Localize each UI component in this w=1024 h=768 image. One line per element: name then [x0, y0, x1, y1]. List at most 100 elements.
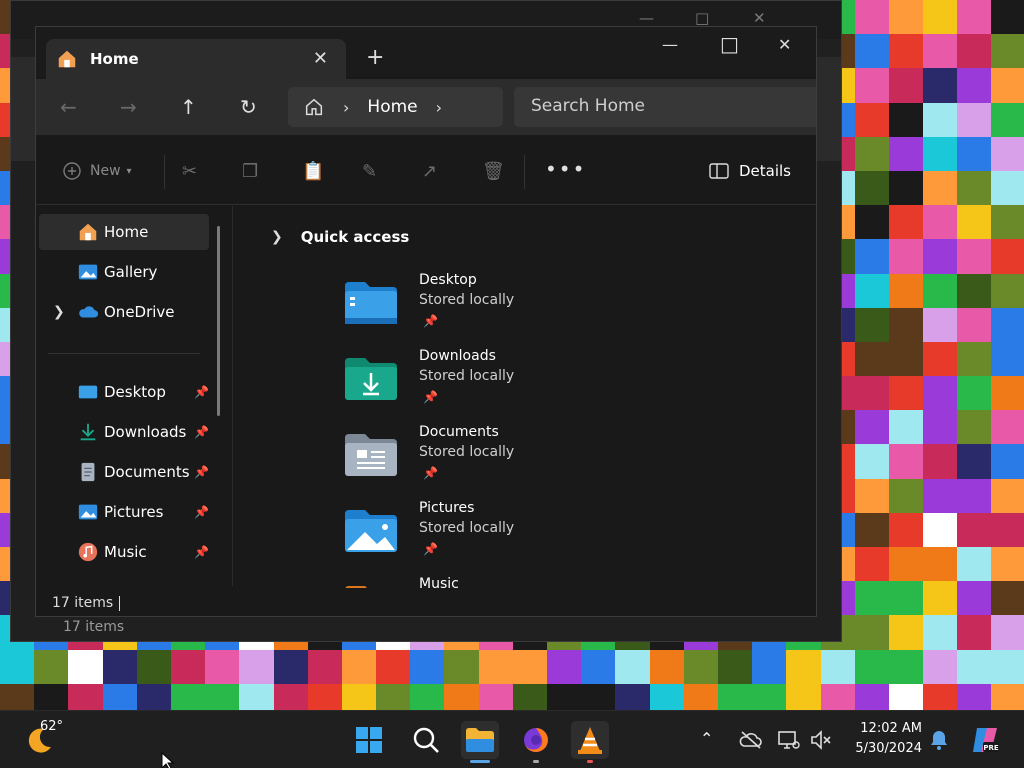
back-icon[interactable]: ←	[60, 95, 77, 119]
wallpaper-tile	[957, 444, 992, 479]
pin-icon[interactable]: 📌	[194, 465, 209, 479]
delete-icon[interactable]: 🗑	[482, 161, 505, 182]
quick-access-item-documents[interactable]: Documents Stored locally 📌	[343, 424, 643, 500]
wallpaper-tile	[888, 649, 924, 684]
background-minimize-icon[interactable]: —	[639, 9, 654, 27]
pin-icon[interactable]: 📌	[194, 505, 209, 519]
wallpaper-tile	[341, 683, 377, 710]
wallpaper-tile	[991, 273, 1024, 308]
weather-temperature[interactable]: 62°	[40, 719, 63, 734]
chevron-down-icon[interactable]: ❯	[271, 229, 283, 245]
close-button[interactable]: ✕	[778, 35, 791, 54]
wallpaper-tile	[888, 615, 924, 650]
rename-icon[interactable]: ✎	[362, 161, 377, 182]
volume-tray-button[interactable]	[802, 721, 840, 759]
wallpaper-tile	[102, 649, 137, 684]
quick-access-item-pictures[interactable]: Pictures Stored locally 📌	[343, 500, 643, 576]
paste-icon[interactable]: 📋	[302, 161, 324, 182]
new-button[interactable]: New ▾	[62, 161, 132, 181]
sidebar-item-desktop[interactable]: Desktop 📌	[39, 374, 209, 410]
background-close-icon[interactable]: ✕	[753, 9, 766, 27]
pin-icon[interactable]: 📌	[194, 385, 209, 399]
sidebar-item-downloads[interactable]: Downloads 📌	[39, 414, 209, 450]
quick-access-item-downloads[interactable]: Downloads Stored locally 📌	[343, 348, 643, 424]
item-location: Stored locally	[419, 292, 515, 308]
wallpaper-tile	[820, 683, 855, 710]
wallpaper-tile	[957, 512, 992, 547]
background-maximize-icon[interactable]: □	[695, 9, 709, 27]
sidebar-item-music[interactable]: Music 📌	[39, 534, 209, 570]
copy-icon[interactable]: ❐	[242, 161, 258, 182]
sidebar-item-label: Music	[104, 543, 147, 561]
wallpaper-tile	[957, 615, 992, 650]
file-explorer-window[interactable]: Home ✕ + — □ ✕ ← → ↑ ↻ › Home › Search H…	[35, 26, 817, 617]
quick-access-header[interactable]: ❯ Quick access	[271, 228, 409, 246]
network-icon	[778, 731, 800, 749]
search-button[interactable]	[407, 721, 445, 759]
file-explorer-icon	[466, 728, 494, 752]
wallpaper-tile	[615, 649, 650, 684]
wallpaper-tile	[888, 136, 924, 171]
desktop-folder-icon	[345, 282, 397, 324]
start-button[interactable]	[350, 721, 388, 759]
refresh-icon[interactable]: ↻	[240, 95, 257, 119]
wallpaper-tile	[717, 649, 753, 684]
firefox-taskbar-button[interactable]	[517, 721, 555, 763]
sidebar-item-home[interactable]: Home	[39, 214, 209, 250]
wallpaper-tile	[923, 410, 958, 445]
cloud-offline-icon	[739, 731, 762, 749]
tab-home[interactable]: Home ✕	[46, 39, 346, 79]
address-bar[interactable]: › Home ›	[288, 87, 503, 127]
share-icon[interactable]: ↗	[422, 161, 437, 182]
wallpaper-tile	[991, 68, 1024, 103]
onedrive-tray-button[interactable]	[732, 721, 770, 759]
copilot-button[interactable]: PRE	[966, 721, 1004, 759]
wallpaper-tile	[957, 683, 992, 710]
wallpaper-tile	[444, 683, 479, 710]
sidebar-item-label: Desktop	[104, 383, 166, 401]
chevron-right-icon[interactable]: ❯	[53, 304, 65, 320]
sidebar-item-label: Gallery	[104, 263, 158, 281]
quick-access-item-music[interactable]: Music	[343, 576, 643, 588]
system-clock[interactable]: 12:02 AM 5/30/2024	[846, 719, 922, 759]
wallpaper-tile	[957, 547, 992, 582]
wallpaper-tile	[957, 307, 992, 342]
vlc-taskbar-button[interactable]	[571, 721, 609, 763]
sidebar-item-gallery[interactable]: Gallery	[39, 254, 209, 290]
up-icon[interactable]: ↑	[180, 95, 197, 119]
search-input[interactable]	[531, 96, 801, 116]
wallpaper-tile	[854, 68, 889, 103]
wallpaper-tile	[307, 683, 342, 710]
sidebar-item-documents[interactable]: Documents 📌	[39, 454, 209, 490]
quick-access-item-desktop[interactable]: Desktop Stored locally 📌	[343, 272, 643, 348]
minimize-button[interactable]: —	[662, 35, 678, 54]
details-button[interactable]: Details	[709, 162, 791, 180]
more-options-button[interactable]: •••	[545, 157, 586, 181]
volume-muted-icon	[811, 730, 831, 750]
wallpaper-tile	[923, 205, 958, 240]
maximize-button[interactable]: □	[720, 32, 739, 56]
breadcrumb-home[interactable]: Home	[367, 97, 417, 117]
file-explorer-taskbar-button[interactable]	[461, 721, 499, 763]
forward-icon[interactable]: →	[120, 95, 137, 119]
cut-icon[interactable]: ✂	[182, 161, 197, 182]
item-name: Desktop	[419, 272, 477, 288]
chevron-right-icon[interactable]: ›	[343, 98, 349, 117]
chevron-right-icon[interactable]: ›	[436, 98, 442, 117]
copilot-icon: PRE	[973, 728, 999, 752]
chevron-up-icon[interactable]: ⌃	[700, 729, 713, 748]
wallpaper-tile	[888, 0, 924, 35]
sidebar-scrollbar[interactable]	[217, 226, 220, 416]
notifications-button[interactable]	[920, 721, 958, 759]
new-tab-button[interactable]: +	[366, 45, 384, 70]
search-box[interactable]	[514, 87, 816, 127]
tab-close-icon[interactable]: ✕	[313, 48, 328, 69]
wallpaper-tile	[649, 683, 684, 710]
pin-icon[interactable]: 📌	[194, 545, 209, 559]
wallpaper-tile	[854, 341, 889, 377]
wallpaper-tile	[991, 102, 1024, 137]
pin-icon[interactable]: 📌	[194, 425, 209, 439]
sidebar-item-pictures[interactable]: Pictures 📌	[39, 494, 209, 530]
sidebar-item-onedrive[interactable]: ❯ OneDrive	[39, 294, 209, 330]
status-divider	[119, 596, 120, 611]
